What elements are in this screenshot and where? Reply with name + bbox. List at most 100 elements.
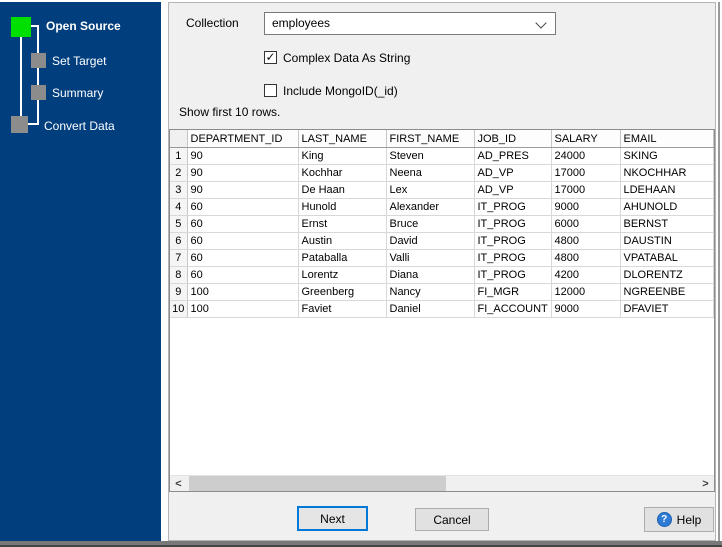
row-number-cell: 6: [170, 233, 187, 250]
column-header-first_name[interactable]: FIRST_NAME: [386, 130, 474, 148]
next-button[interactable]: Next: [297, 506, 368, 531]
data-cell: Austin: [298, 233, 386, 250]
step-indicator-summary-icon: [31, 85, 46, 100]
mongoid-checkbox[interactable]: ✓: [264, 84, 277, 97]
column-header-salary[interactable]: SALARY: [551, 130, 620, 148]
data-cell: Kochhar: [298, 165, 386, 182]
table-row[interactable]: 9100GreenbergNancyFI_MGR12000NGREENBE: [170, 284, 714, 301]
row-number-cell: 5: [170, 216, 187, 233]
complex-data-checkbox-label: Complex Data As String: [283, 51, 410, 65]
step-indicator-open-source-icon: [11, 17, 31, 37]
data-cell: 9000: [551, 199, 620, 216]
horizontal-scrollbar[interactable]: < >: [170, 475, 714, 491]
data-cell: 100: [187, 284, 298, 301]
table-row[interactable]: 390De HaanLexAD_VP17000LDEHAAN: [170, 182, 714, 199]
data-cell: 100: [187, 301, 298, 318]
data-cell: LDEHAAN: [620, 182, 714, 199]
table-body: 190KingStevenAD_PRES24000SKING290Kochhar…: [170, 148, 714, 318]
table-row[interactable]: 460HunoldAlexanderIT_PROG9000AHUNOLD: [170, 199, 714, 216]
data-cell: David: [386, 233, 474, 250]
preview-grid: DEPARTMENT_IDLAST_NAMEFIRST_NAMEJOB_IDSA…: [169, 129, 715, 492]
tree-connector-line: [31, 25, 39, 27]
data-cell: IT_PROG: [474, 250, 551, 267]
row-number-cell: 3: [170, 182, 187, 199]
column-header-job_id[interactable]: JOB_ID: [474, 130, 551, 148]
column-header-last_name[interactable]: LAST_NAME: [298, 130, 386, 148]
data-cell: IT_PROG: [474, 216, 551, 233]
data-cell: NGREENBE: [620, 284, 714, 301]
table-row[interactable]: 760PataballaValliIT_PROG4800VPATABAL: [170, 250, 714, 267]
data-cell: Lorentz: [298, 267, 386, 284]
data-cell: Pataballa: [298, 250, 386, 267]
data-cell: 4200: [551, 267, 620, 284]
help-button[interactable]: ? Help: [644, 507, 714, 532]
data-cell: DAUSTIN: [620, 233, 714, 250]
data-cell: 60: [187, 216, 298, 233]
sidebar-step-set-target: Set Target: [52, 54, 106, 68]
complex-data-checkbox[interactable]: ✓: [264, 51, 277, 64]
data-cell: 60: [187, 233, 298, 250]
collection-dropdown-value: employees: [272, 16, 330, 30]
data-cell: Faviet: [298, 301, 386, 318]
table-row[interactable]: 560ErnstBruceIT_PROG6000BERNST: [170, 216, 714, 233]
collection-label: Collection: [186, 16, 239, 30]
mongoid-checkbox-row: ✓ Include MongoID(_id): [264, 83, 398, 98]
help-question-icon: ?: [657, 512, 672, 527]
wizard-window: Open Source Set Target Summary Convert D…: [0, 0, 722, 547]
table-row[interactable]: 190KingStevenAD_PRES24000SKING: [170, 148, 714, 165]
column-header-email[interactable]: EMAIL: [620, 130, 714, 148]
column-header-department_id[interactable]: DEPARTMENT_ID: [187, 130, 298, 148]
data-cell: King: [298, 148, 386, 165]
data-cell: Steven: [386, 148, 474, 165]
data-cell: IT_PROG: [474, 233, 551, 250]
data-cell: NKOCHHAR: [620, 165, 714, 182]
row-number-cell: 7: [170, 250, 187, 267]
data-cell: 90: [187, 148, 298, 165]
row-number-cell: 1: [170, 148, 187, 165]
data-cell: Ernst: [298, 216, 386, 233]
data-cell: 17000: [551, 182, 620, 199]
scroll-left-icon[interactable]: <: [171, 476, 186, 491]
data-cell: 24000: [551, 148, 620, 165]
data-cell: Lex: [386, 182, 474, 199]
data-cell: Greenberg: [298, 284, 386, 301]
data-cell: AD_VP: [474, 182, 551, 199]
data-cell: 90: [187, 165, 298, 182]
checkmark-icon: ✓: [265, 52, 275, 63]
data-cell: 60: [187, 250, 298, 267]
table-row[interactable]: 10100FavietDanielFI_ACCOUNT9000DFAVIET: [170, 301, 714, 318]
cancel-button[interactable]: Cancel: [415, 508, 489, 531]
data-cell: 17000: [551, 165, 620, 182]
step-indicator-convert-data-icon: [11, 116, 28, 133]
data-cell: Valli: [386, 250, 474, 267]
scrollbar-thumb[interactable]: [189, 476, 446, 491]
window-right-edge: [718, 2, 720, 541]
data-cell: 60: [187, 267, 298, 284]
scroll-right-icon[interactable]: >: [698, 476, 713, 491]
data-cell: Hunold: [298, 199, 386, 216]
chevron-down-icon: [535, 17, 546, 28]
help-button-label: Help: [677, 513, 702, 527]
row-number-cell: 9: [170, 284, 187, 301]
data-cell: Nancy: [386, 284, 474, 301]
tree-connector-line: [28, 123, 39, 125]
data-cell: FI_ACCOUNT: [474, 301, 551, 318]
table-row[interactable]: 860LorentzDianaIT_PROG4200DLORENTZ: [170, 267, 714, 284]
data-cell: AHUNOLD: [620, 199, 714, 216]
data-cell: IT_PROG: [474, 267, 551, 284]
data-cell: IT_PROG: [474, 199, 551, 216]
tree-connector-line: [37, 25, 39, 125]
data-cell: 12000: [551, 284, 620, 301]
collection-dropdown[interactable]: employees: [264, 12, 556, 35]
preview-note: Show first 10 rows.: [179, 105, 280, 119]
wizard-steps-sidebar: Open Source Set Target Summary Convert D…: [0, 2, 161, 541]
data-cell: VPATABAL: [620, 250, 714, 267]
table-row[interactable]: 290KochharNeenaAD_VP17000NKOCHHAR: [170, 165, 714, 182]
data-cell: DFAVIET: [620, 301, 714, 318]
sidebar-step-summary: Summary: [52, 86, 103, 100]
mongoid-checkbox-label: Include MongoID(_id): [283, 84, 398, 98]
data-cell: De Haan: [298, 182, 386, 199]
sidebar-step-open-source: Open Source: [46, 19, 121, 33]
step-indicator-set-target-icon: [31, 53, 46, 68]
table-row[interactable]: 660AustinDavidIT_PROG4800DAUSTIN: [170, 233, 714, 250]
